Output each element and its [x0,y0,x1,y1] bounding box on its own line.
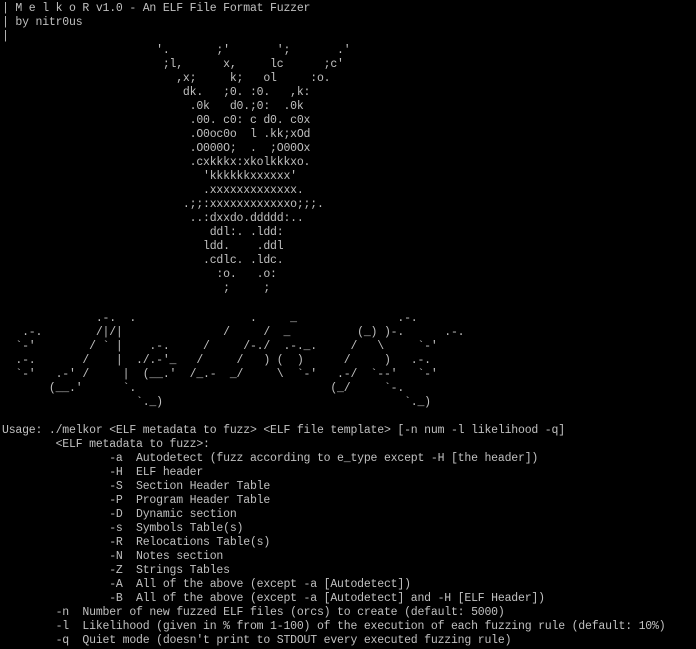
banner-title-line: | M e l k o R v1.0 - An ELF File Format … [2,2,311,15]
ascii-art-line: ddl:. .ldd: [2,226,284,239]
ascii-art-line: .xxxxxxxxxxxxx. [2,184,304,197]
option-line: -H ELF header [2,466,204,479]
option-line: -P Program Header Table [2,494,271,507]
ascii-logo-line: `._) `._) [2,396,431,409]
ascii-art-line: .00. c0: c d0. c0x [2,114,311,127]
option-line: -s Symbols Table(s) [2,522,244,535]
ascii-art-line: .0k d0.;0: .0k [2,100,304,113]
terminal-window[interactable]: | M e l k o R v1.0 - An ELF File Format … [0,0,696,649]
ascii-logo-line: `-' / ` | .-. / /-./ .-._. / \ `-' [2,340,438,353]
ascii-art-line: .O000O; . ;O00Ox [2,142,311,155]
banner-author-line: | by nitr0us [2,16,83,29]
ascii-art-line: ;l, x, lc ;c' [2,58,344,71]
option-line: -Z Strings Tables [2,564,230,577]
ascii-art-line: ldd. .ddl [2,240,284,253]
ascii-logo-line: .-. / | ./.-'_ / / ) ( ) / ) .-. [2,354,431,367]
option-line: -S Section Header Table [2,480,271,493]
ascii-logo-line: .-. . . _ .-. [2,312,418,325]
ascii-logo-line: `-' .-' / | (__.' /_.- _/ \ `-' .-/ `--'… [2,368,438,381]
ascii-art-line: '. ;' '; .' [2,44,351,57]
ascii-art-line: :o. .o: [2,268,277,281]
option-line: -A All of the above (except -a [Autodete… [2,578,411,591]
ascii-logo-line: (__.' `. (_/ `-. [2,382,405,395]
ascii-art-line: .O0oc0o l .kk;xOd [2,128,311,141]
flag-line: -n Number of new fuzzed ELF files (orcs)… [2,606,505,619]
ascii-art-line: ; ; [2,282,271,295]
ascii-art-line: .cdlc. .ldc. [2,254,284,267]
banner-separator-line: | [2,30,9,43]
ascii-logo-line: .-. /|/| / / _ (_) )-. .-. [2,326,465,339]
flag-line: -l Likelihood (given in % from 1-100) of… [2,620,666,633]
option-line: -N Notes section [2,550,224,563]
usage-line: Usage: ./melkor <ELF metadata to fuzz> <… [2,424,565,437]
ascii-art-line: ,x; k; ol :o. [2,72,331,85]
ascii-art-line: dk. ;0. :0. ,k: [2,86,311,99]
ascii-art-line: 'kkkkkkxxxxxx' [2,170,297,183]
option-line: -a Autodetect (fuzz according to e_type … [2,452,539,465]
flag-line: -q Quiet mode (doesn't print to STDOUT e… [2,634,512,647]
ascii-art-line: ..:dxxdo.ddddd:.. [2,212,304,225]
option-line: -D Dynamic section [2,508,237,521]
ascii-art-line: .cxkkkx:xkolkkkxo. [2,156,311,169]
ascii-art-line: .;;:xxxxxxxxxxxxo;;;. [2,198,324,211]
usage-metadata-header: <ELF metadata to fuzz>: [2,438,210,451]
option-line: -R Relocations Table(s) [2,536,271,549]
option-line: -B All of the above (except -a [Autodete… [2,592,545,605]
